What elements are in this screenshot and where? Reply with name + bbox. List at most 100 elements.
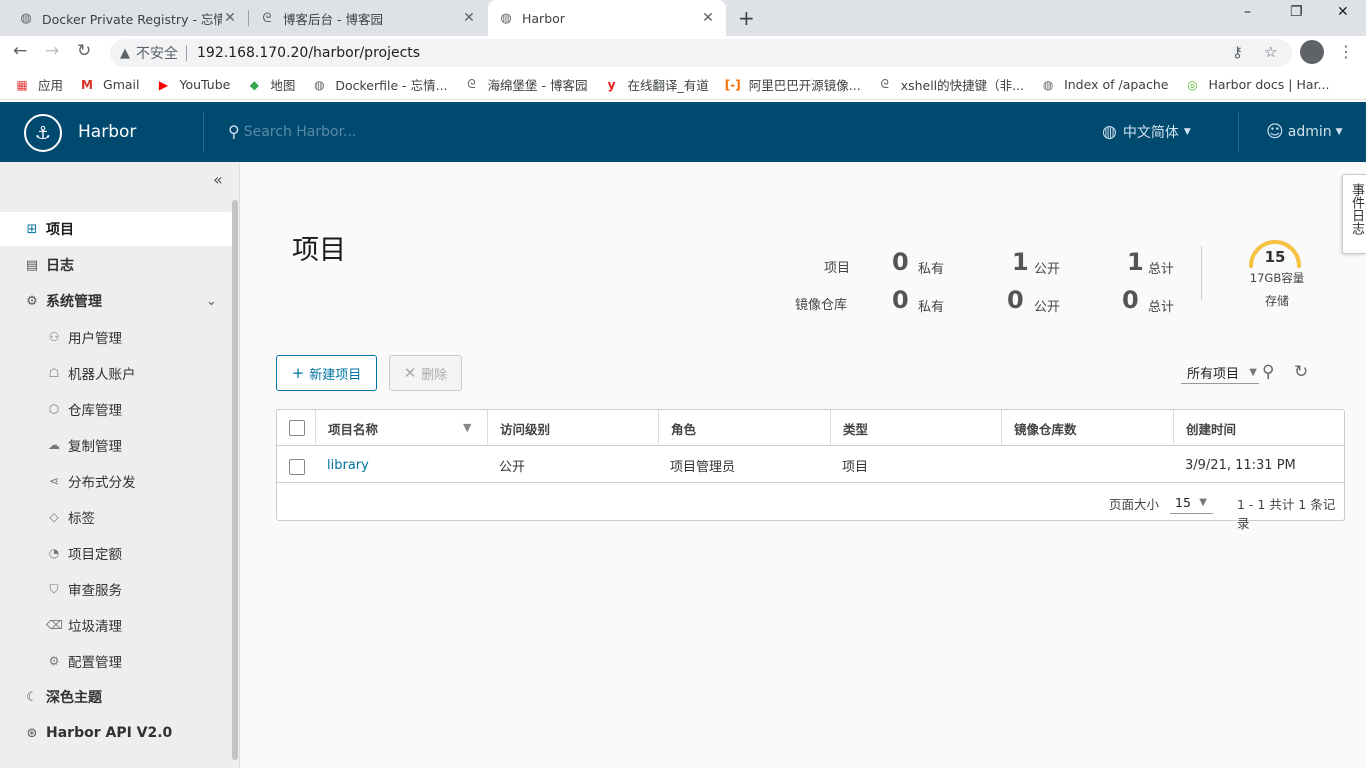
collapse-sidebar-icon[interactable]: « (213, 170, 223, 189)
sidebar-item-replications[interactable]: ☁ 复制管理 (0, 428, 232, 462)
column-header-access[interactable]: 访问级别 (487, 410, 659, 446)
bookmark-apache[interactable]: ◍ Index of /apache (1040, 77, 1169, 93)
bookmark-youdao[interactable]: y 在线翻译_有道 (604, 75, 709, 94)
language-selector[interactable]: ◍ 中文简体 ▼ (1102, 122, 1191, 142)
sidebar-item-quotas[interactable]: ◔ 项目定额 (0, 536, 232, 570)
browser-tabstrip: ◍ Docker Private Registry - 忘情 ✕ ᘓ 博客后台 … (0, 0, 1366, 36)
omnibox-divider (186, 45, 187, 61)
sidebar-item-distribution[interactable]: ⋖ 分布式分发 (0, 464, 232, 498)
page-size-select[interactable]: 15 ▼ (1170, 492, 1213, 514)
new-project-button[interactable]: + 新建项目 (276, 355, 377, 391)
sidebar-item-scanners[interactable]: ⛉ 审查服务 (0, 572, 232, 606)
reload-icon[interactable]: ↻ (77, 41, 91, 61)
sidebar-item-users[interactable]: ⚇ 用户管理 (0, 320, 232, 354)
bookmark-label: Index of /apache (1064, 77, 1169, 92)
bookmark-youtube[interactable]: ▶ YouTube (155, 77, 230, 93)
column-header-type[interactable]: 类型 (830, 410, 1002, 446)
event-log-tab[interactable]: 事件日志 (1342, 174, 1366, 254)
chevron-down-icon: ▼ (1249, 367, 1257, 378)
profile-avatar[interactable] (1300, 40, 1324, 64)
stat-public-label: 公开 (1034, 300, 1061, 315)
sidebar-item-label: 垃圾清理 (68, 619, 122, 635)
search-input[interactable]: Search Harbor... (244, 124, 357, 140)
row-checkbox[interactable] (289, 459, 305, 475)
globe-icon: ◍ (314, 77, 325, 92)
select-all-checkbox[interactable] (289, 420, 305, 436)
column-header-created[interactable]: 创建时间 (1173, 410, 1344, 446)
browser-tab-cnblogs[interactable]: ᘓ 博客后台 - 博客园 ✕ (249, 0, 487, 36)
user-menu[interactable]: ☺ admin ▼ (1266, 122, 1343, 142)
table-row[interactable]: library 公开 项目管理员 项目 3/9/21, 11:31 PM (277, 447, 1344, 483)
sidebar-item-registries[interactable]: ⬡ 仓库管理 (0, 392, 232, 426)
sidebar-item-api[interactable]: ⊛ Harbor API V2.0 (0, 716, 232, 750)
bookmark-apps[interactable]: ▦ 应用 (14, 75, 63, 94)
maps-icon: ◆ (249, 77, 259, 92)
close-tab-icon[interactable]: ✕ (461, 10, 477, 26)
search-icon: ⚲ (228, 122, 240, 141)
gear-icon: ⚙ (48, 654, 60, 668)
star-icon[interactable]: ☆ (1264, 43, 1277, 61)
harbor-logo-icon[interactable]: ⚓ (24, 114, 62, 152)
restore-button[interactable]: ❐ (1290, 4, 1303, 20)
aliyun-icon: [-] (724, 77, 741, 92)
project-name-link[interactable]: library (315, 447, 369, 483)
column-header-role[interactable]: 角色 (658, 410, 830, 446)
minimize-button[interactable]: – (1244, 4, 1251, 20)
stat-projects-private: 0 (892, 248, 909, 276)
sidebar-item-gc[interactable]: ⌫ 垃圾清理 (0, 608, 232, 642)
url-text[interactable]: 192.168.170.20/harbor/projects (197, 45, 420, 61)
project-filter-select[interactable]: 所有项目 ▼ (1181, 362, 1259, 384)
robot-icon: ☖ (48, 366, 60, 380)
stat-total-label: 总计 (1148, 300, 1175, 315)
refresh-icon[interactable]: ↻ (1294, 362, 1308, 382)
sidebar-item-config[interactable]: ⚙ 配置管理 (0, 644, 232, 678)
sidebar-item-label: 项目定额 (68, 547, 122, 563)
tag-icon: ◇ (49, 510, 59, 524)
sidebar-item-label: 系统管理 (46, 294, 102, 310)
bookmark-harbor-docs[interactable]: ◎ Harbor docs | Har... (1184, 77, 1329, 93)
bookmark-label: Dockerfile - 忘情... (335, 78, 448, 93)
column-header-name[interactable]: 项目名称 (315, 410, 487, 446)
back-icon[interactable]: ← (13, 41, 27, 61)
delete-button[interactable]: ✕ 删除 (389, 355, 462, 391)
pagination-info: 1 - 1 共计 1 条记录 (1237, 497, 1336, 531)
stat-private-label: 私有 (918, 262, 945, 277)
bookmark-label: Gmail (103, 77, 140, 92)
sidebar-item-projects[interactable]: ⊞ 项目 (0, 212, 232, 246)
bookmark-xshell[interactable]: ᘓ xshell的快捷键（非... (877, 75, 1024, 94)
search-icon[interactable]: ⚲ (1262, 362, 1274, 382)
bookmark-dockerfile[interactable]: ◍ Dockerfile - 忘情... (311, 75, 447, 94)
sidebar-item-logs[interactable]: ▤ 日志 (0, 248, 232, 282)
sidebar-item-dark-theme[interactable]: ☾ 深色主题 (0, 680, 232, 714)
menu-icon[interactable]: ⋮ (1338, 42, 1354, 61)
bookmark-aliyun[interactable]: [-] 阿里巴巴开源镜像... (725, 75, 861, 94)
column-header-repo-count[interactable]: 镜像仓库数 (1001, 410, 1173, 446)
brand-title[interactable]: Harbor (78, 122, 136, 142)
filter-icon[interactable]: ▼ (463, 421, 471, 434)
shield-icon: ⛉ (49, 581, 59, 596)
address-bar[interactable]: ▲ 不安全 192.168.170.20/harbor/projects (110, 39, 1292, 67)
sidebar-item-robots[interactable]: ☖ 机器人账户 (0, 356, 232, 390)
new-tab-button[interactable]: + (738, 6, 755, 30)
sidebar-item-admin[interactable]: ⚙ 系统管理 ⌄ (0, 284, 232, 318)
header-divider (1238, 112, 1239, 152)
harbor-icon: ◎ (1187, 77, 1198, 92)
sidebar-scrollbar[interactable] (232, 200, 238, 760)
bookmark-maps[interactable]: ◆ 地图 (246, 75, 296, 94)
close-window-button[interactable]: ✕ (1337, 4, 1349, 20)
close-tab-icon[interactable]: ✕ (222, 10, 238, 26)
global-search[interactable]: ⚲ Search Harbor... (228, 122, 356, 141)
projects-table: 项目名称 ▼ 访问级别 角色 类型 镜像仓库数 创建时间 library 公开 … (276, 409, 1345, 531)
tab-title: Docker Private Registry - 忘情 (42, 11, 222, 27)
browser-tab-harbor[interactable]: ◍ Harbor ✕ (488, 0, 726, 36)
bookmark-cnblogs[interactable]: ᘓ 海绵堡堡 - 博客园 (464, 75, 587, 94)
close-tab-icon[interactable]: ✕ (700, 10, 716, 26)
sidebar-item-labels[interactable]: ◇ 标签 (0, 500, 232, 534)
forward-icon[interactable]: → (45, 41, 59, 61)
key-icon[interactable]: ⚷ (1232, 43, 1243, 61)
browser-tab-docker[interactable]: ◍ Docker Private Registry - 忘情 ✕ (8, 0, 248, 36)
chevron-down-icon: ▼ (1199, 497, 1207, 508)
user-name: admin (1287, 124, 1332, 140)
bookmark-gmail[interactable]: M Gmail (79, 77, 139, 93)
tab-title: Harbor (522, 10, 565, 26)
